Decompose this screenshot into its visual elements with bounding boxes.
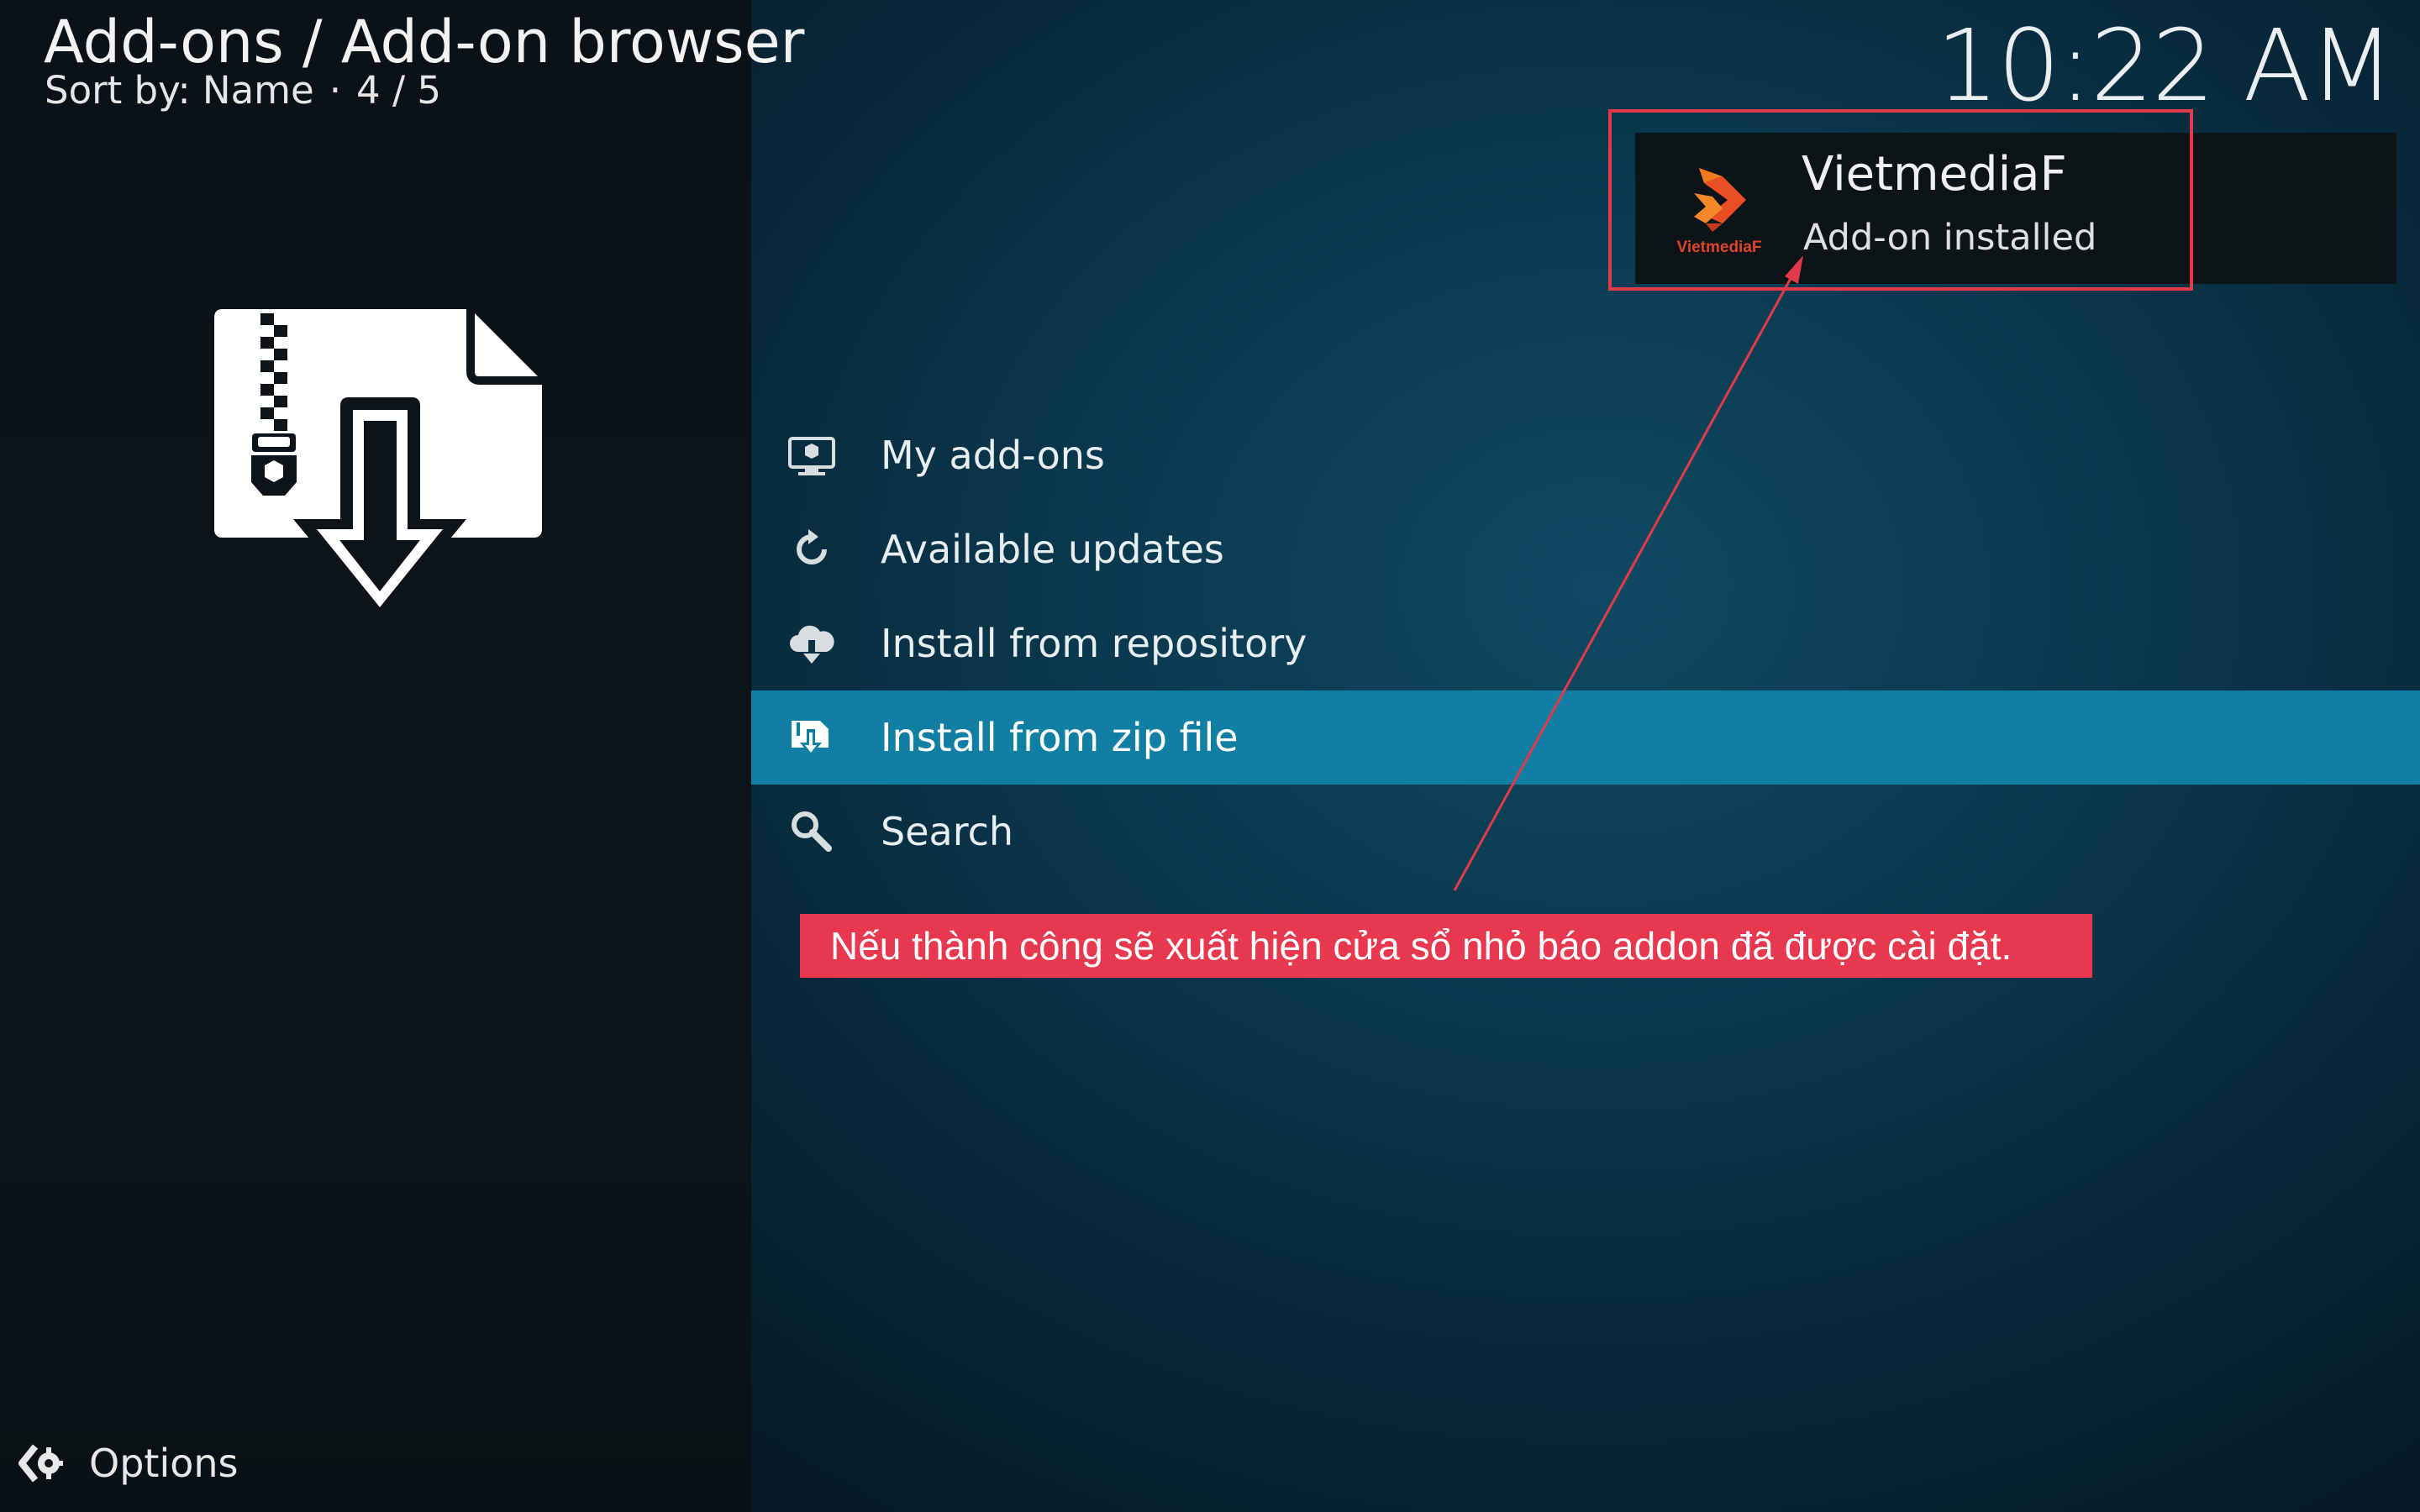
sort-info: Sort by: Name · 4 / 5: [45, 66, 441, 116]
addon-menu: My add-ons Available updates Install fro…: [751, 408, 2420, 879]
menu-item-label: Available updates: [881, 527, 1224, 572]
sort-separator: ·: [329, 68, 342, 113]
left-panel: Add-ons / Add-on browser Sort by: Name · 4…: [0, 0, 804, 1512]
zip-install-icon: [792, 721, 829, 756]
options-gear-icon: [18, 1444, 63, 1483]
zip-file-download-icon: [214, 309, 542, 624]
clock: 10:22 AM: [1935, 8, 2395, 123]
annotation-caption-text: Nếu thành công sẽ xuất hiện cửa sổ nhỏ b…: [830, 924, 2012, 968]
menu-item-label: Search: [881, 809, 1014, 854]
monitor-box-icon: [788, 437, 835, 475]
sort-label[interactable]: Sort by: Name: [45, 68, 314, 113]
menu-item-label: Install from repository: [881, 621, 1307, 666]
item-position: 4 / 5: [356, 68, 442, 113]
search-icon: [792, 811, 832, 852]
menu-item-my-addons[interactable]: My add-ons: [751, 408, 2420, 502]
annotation-caption: Nếu thành công sẽ xuất hiện cửa sổ nhỏ b…: [800, 914, 2092, 978]
menu-item-available-updates[interactable]: Available updates: [751, 502, 2420, 596]
options-label: Options: [89, 1441, 239, 1486]
menu-item-install-from-zip[interactable]: Install from zip file: [751, 690, 2420, 785]
annotation-highlight-box: [1608, 109, 2193, 291]
menu-item-install-from-repository[interactable]: Install from repository: [751, 596, 2420, 690]
refresh-icon: [797, 529, 827, 564]
kodi-screen: Add-ons / Add-on browser Sort by: Name · 4…: [0, 0, 2420, 1512]
cloud-download-icon: [790, 625, 834, 664]
options-button[interactable]: Options: [17, 1438, 239, 1488]
menu-item-search[interactable]: Search: [751, 785, 2420, 879]
menu-item-label: My add-ons: [881, 433, 1105, 478]
menu-item-label: Install from zip file: [881, 715, 1239, 760]
